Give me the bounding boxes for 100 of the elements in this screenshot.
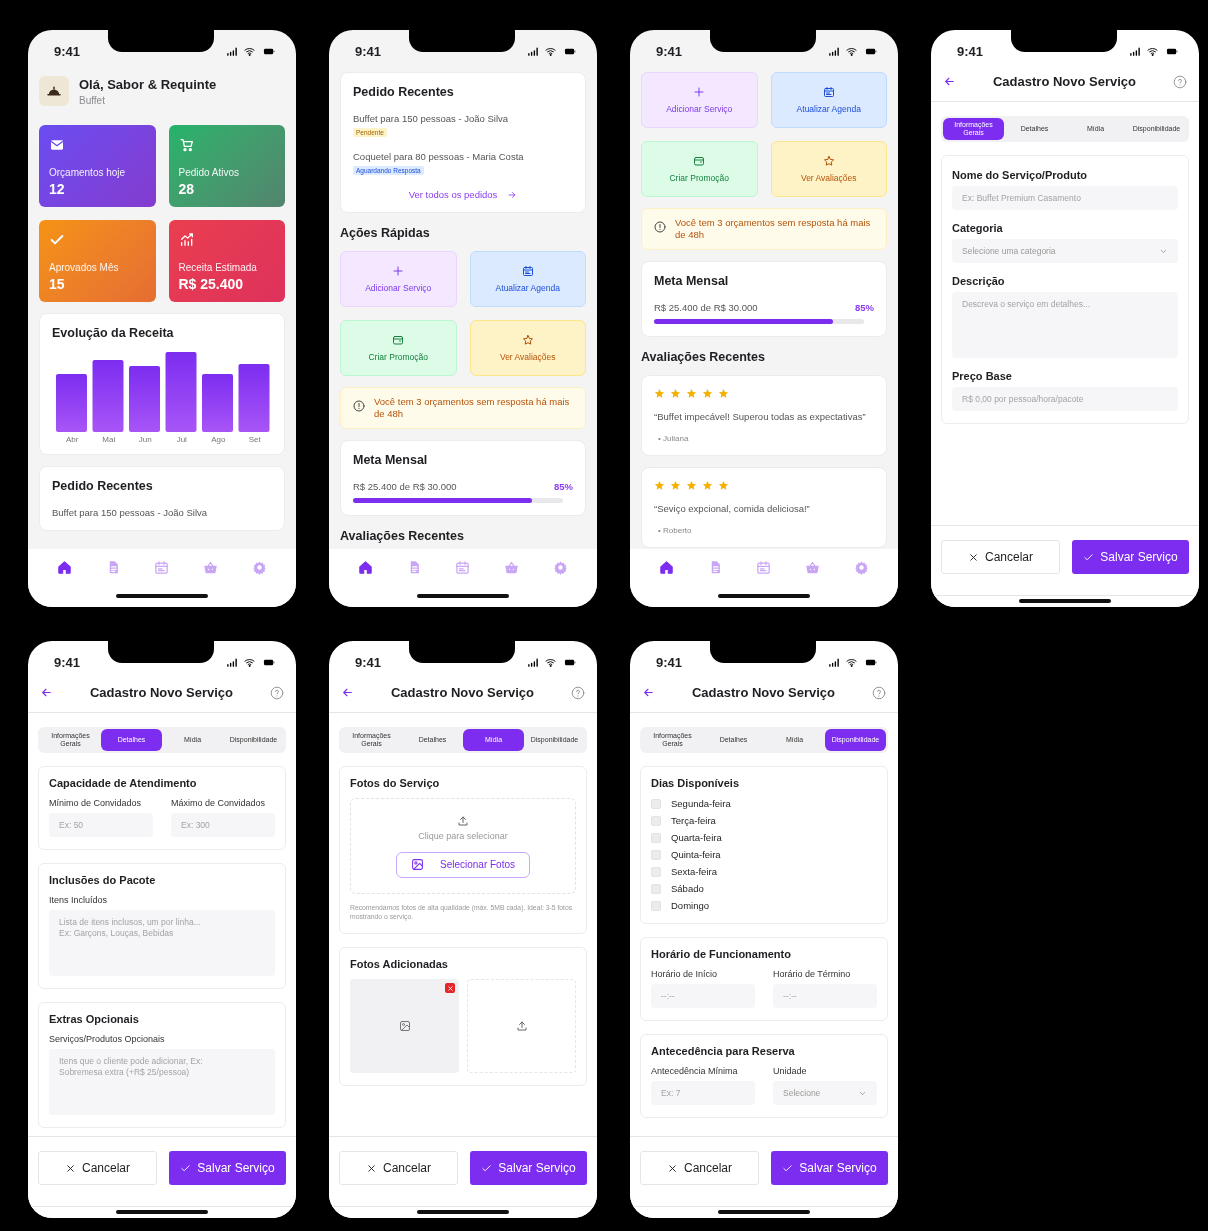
star-icon (718, 480, 729, 491)
back-button[interactable] (40, 686, 53, 699)
wifi-icon (1146, 45, 1159, 57)
greeting-title: Olá, Sabor & Requinte (79, 76, 217, 92)
wifi-icon (243, 45, 256, 57)
chart-bar (92, 360, 124, 432)
plus-icon (392, 265, 405, 277)
status-time: 9:41 (957, 43, 984, 59)
quick-action-button[interactable]: Atualizar Agenda (770, 72, 887, 128)
back-button[interactable] (642, 686, 655, 699)
upload-area[interactable]: Clique para selecionar Selecionar Fotos (350, 798, 576, 894)
axis-label: Abr (66, 435, 79, 444)
cancel-button[interactable]: Cancelar (38, 1151, 157, 1185)
view-all-link[interactable]: Ver todos os pedidos (353, 189, 573, 200)
input-field[interactable]: Ex: Buffet Premium Casamento (952, 186, 1178, 210)
wifi-icon (544, 45, 557, 57)
order-text: Buffet para 150 pessoas - João Silva (353, 113, 510, 124)
screen-title: Cadastro Novo Serviço (390, 685, 534, 700)
text-area[interactable]: Lista de itens inclusos, um por linha... Ex: Garçons, Louças, Bebidas (49, 910, 275, 976)
status-time: 9:41 (54, 43, 81, 59)
card-title: Extras Opcionais (49, 1013, 140, 1025)
stat-value: 28 (178, 181, 196, 197)
card-title: Evolução da Receita (52, 326, 175, 340)
quick-action-button[interactable]: Adicionar Serviço (340, 251, 457, 307)
arrow-right-icon (507, 189, 518, 200)
chart-bar (129, 366, 160, 432)
image-icon (398, 1020, 411, 1032)
field-label: Antecedência Mínima (651, 1066, 739, 1076)
remove-photo-button[interactable] (445, 983, 455, 993)
quick-action-button[interactable]: Criar Promoção (340, 320, 457, 376)
section-heading: Avaliações Recentes (641, 350, 766, 364)
star-icon (670, 388, 681, 399)
star-icon (670, 480, 681, 491)
signal-icon (827, 45, 841, 57)
status-time: 9:41 (355, 43, 382, 59)
card-title: Inclusões do Pacote (49, 874, 157, 886)
select-photos-button[interactable]: Selecionar Fotos (395, 851, 530, 878)
check-icon (180, 1162, 192, 1174)
checkbox-label: Segunda-feira (671, 798, 731, 809)
save-button[interactable]: Salvar Serviço (1072, 540, 1189, 574)
stat-value: R$ 25.400 (178, 276, 245, 292)
quick-action-button[interactable]: Adicionar Serviço (641, 72, 758, 128)
review-quote: “Buffet impecável! Superou todas as expectativas” (654, 411, 867, 422)
text-area[interactable]: Itens que o cliente pode adicionar, Ex: Sobremesa extra (+R$ 25/pessoa) (49, 1049, 275, 1115)
basket-icon (203, 559, 219, 575)
help-button[interactable] (571, 685, 585, 700)
calendar-icon (455, 559, 471, 575)
quick-action-button[interactable]: Atualizar Agenda (469, 251, 586, 307)
checkbox[interactable] (651, 798, 661, 809)
save-button[interactable]: Salvar Serviço (169, 1151, 286, 1185)
cancel-button[interactable]: Cancelar (640, 1151, 759, 1185)
input-field[interactable]: Ex: 50 (49, 813, 153, 837)
checkbox[interactable] (651, 900, 661, 911)
input-field[interactable]: R$ 0,00 por pessoa/hora/pacote (952, 387, 1178, 411)
screen-title: Cadastro Novo Serviço (89, 685, 233, 700)
help-icon (872, 685, 886, 700)
add-photo-slot[interactable] (467, 979, 576, 1073)
upload-icon (515, 1020, 528, 1032)
rising-chart-icon (178, 232, 195, 248)
input-field[interactable]: --:-- (651, 984, 755, 1008)
back-button[interactable] (341, 686, 354, 699)
save-button[interactable]: Salvar Serviço (470, 1151, 587, 1185)
checkbox[interactable] (651, 866, 661, 877)
help-button[interactable] (1173, 74, 1187, 89)
checkbox-label: Domingo (671, 900, 710, 911)
save-button[interactable]: Salvar Serviço (771, 1151, 888, 1185)
goal-percent: 85% (855, 302, 874, 313)
checkbox[interactable] (651, 832, 661, 843)
cancel-button[interactable]: Cancelar (941, 540, 1060, 574)
check-icon (481, 1162, 493, 1174)
screen-title: Cadastro Novo Serviço (992, 74, 1136, 89)
help-icon (270, 685, 284, 700)
input-field[interactable]: --:-- (773, 984, 877, 1008)
review-quote: “Seviço expcional, comida deliciosa!” (654, 503, 811, 514)
stat-label: Orçamentos hoje (49, 167, 127, 178)
status-time: 9:41 (656, 654, 683, 670)
help-icon (571, 685, 585, 700)
back-button[interactable] (943, 75, 956, 88)
checkbox[interactable] (651, 883, 661, 894)
card-title: Pedido Recentes (52, 479, 154, 493)
input-field[interactable]: Ex: 300 (171, 813, 275, 837)
input-field[interactable]: Ex: 7 (651, 1081, 755, 1105)
signal-icon (526, 656, 540, 668)
field-label: Máximo de Convidados (171, 798, 267, 808)
help-button[interactable] (270, 685, 284, 700)
help-button[interactable] (872, 685, 886, 700)
star-icon (521, 334, 534, 346)
checkbox-label: Sábado (671, 883, 704, 894)
signal-icon (1128, 45, 1142, 57)
quick-action-button[interactable]: Ver Avaliações (469, 320, 586, 376)
close-icon (667, 1162, 678, 1174)
signal-icon (225, 656, 239, 668)
cancel-button[interactable]: Cancelar (339, 1151, 458, 1185)
quick-action-button[interactable]: Ver Avaliações (770, 141, 887, 197)
quick-action-button[interactable]: Criar Promoção (641, 141, 758, 197)
wifi-icon (845, 45, 858, 57)
checkbox[interactable] (651, 849, 661, 860)
card-title: Meta Mensal (353, 453, 429, 467)
checkbox[interactable] (651, 815, 661, 826)
text-area[interactable]: Descreva o serviço em detalhes... (952, 292, 1178, 358)
